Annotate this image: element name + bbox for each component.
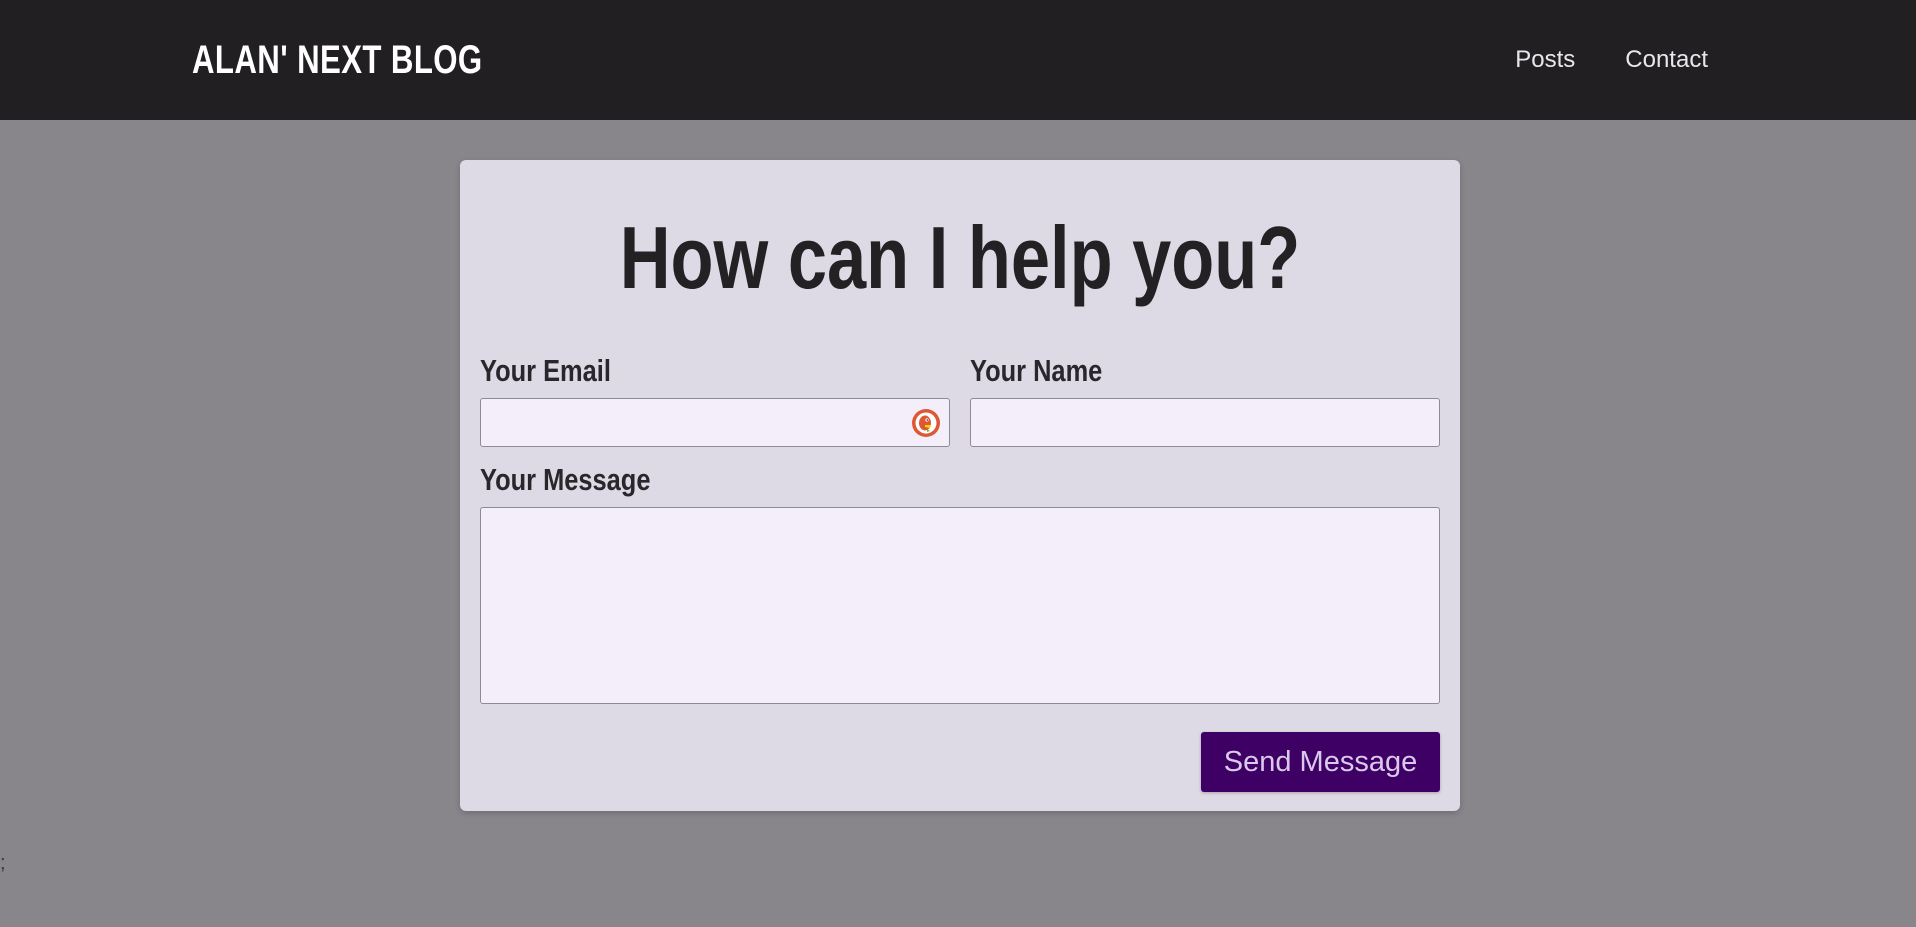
page-title: How can I help you? xyxy=(619,208,1301,307)
site-logo[interactable]: ALAN' NEXT BLOG xyxy=(192,34,483,86)
message-field[interactable] xyxy=(480,507,1440,704)
nav-link-posts[interactable]: Posts xyxy=(1515,44,1575,76)
stray-text: ; xyxy=(0,852,6,874)
message-label: Your Message xyxy=(480,462,651,497)
email-label: Your Email xyxy=(480,353,611,388)
email-field[interactable] xyxy=(480,398,950,447)
nav-link-contact[interactable]: Contact xyxy=(1625,44,1708,76)
send-message-button[interactable]: Send Message xyxy=(1201,732,1440,792)
name-label: Your Name xyxy=(970,353,1103,388)
name-field[interactable] xyxy=(970,398,1440,447)
main-nav: Posts Contact xyxy=(1515,44,1708,76)
duckduckgo-icon[interactable] xyxy=(911,408,941,438)
site-header: ALAN' NEXT BLOG Posts Contact xyxy=(0,0,1916,120)
